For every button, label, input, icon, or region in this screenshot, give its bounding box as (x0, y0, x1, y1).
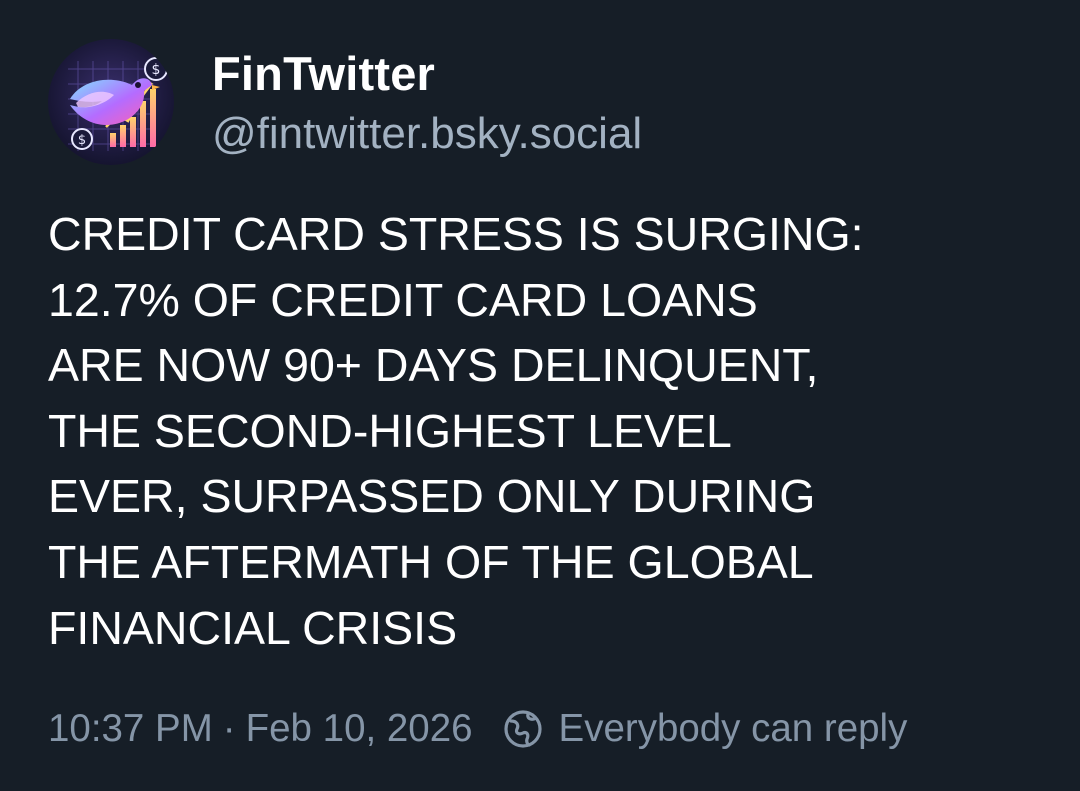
post-text-line: EVER, SURPASSED ONLY DURING (48, 470, 816, 523)
post-text-line: FINANCIAL CRISIS (48, 601, 458, 654)
svg-text:$: $ (78, 133, 86, 148)
globe-icon (501, 707, 545, 751)
post-text: CREDIT CARD STRESS IS SURGING: 12.7% OF … (48, 202, 1038, 661)
bird-finance-avatar-icon: $ $ (48, 39, 174, 165)
post-text-line: CREDIT CARD STRESS IS SURGING: (48, 208, 864, 260)
author-handle[interactable]: @fintwitter.bsky.social (212, 106, 642, 162)
reply-setting-button[interactable]: Everybody can reply (501, 707, 908, 751)
post-text-line: THE AFTERMATH OF THE GLOBAL (48, 535, 814, 588)
post-text-line: 12.7% OF CREDIT CARD LOANS (48, 273, 758, 326)
svg-text:$: $ (152, 62, 161, 78)
post-thread-view: $ $ FinTwitter @fintwitter.bsky.social C… (0, 0, 1080, 791)
reply-setting-label: Everybody can reply (558, 707, 908, 750)
author-display-name[interactable]: FinTwitter (212, 44, 435, 104)
post-text-line: THE SECOND-HIGHEST LEVEL (48, 404, 732, 457)
author-avatar[interactable]: $ $ (48, 39, 174, 165)
meta-separator: · (222, 707, 236, 750)
post-text-line: ARE NOW 90+ DAYS DELINQUENT, (48, 339, 819, 392)
post-date[interactable]: Feb 10, 2026 (246, 707, 473, 751)
post-timestamp[interactable]: 10:37 PM (48, 707, 213, 751)
post-meta: 10:37 PM · Feb 10, 2026 Everybody can re… (48, 701, 907, 757)
